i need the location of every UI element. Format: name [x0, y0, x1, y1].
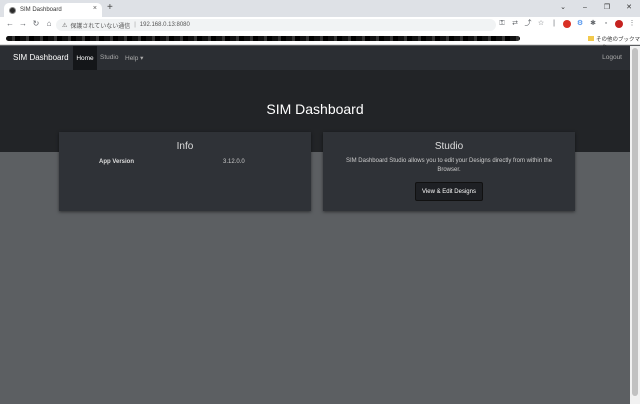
share-icon[interactable]: ⤴ [524, 20, 532, 28]
back-arrow-icon[interactable]: ← [4, 19, 16, 28]
home-icon[interactable]: ⌂ [43, 19, 55, 28]
window-controls: ⌄ – ❐ ✕ [552, 0, 640, 14]
browser-toolbar: ← → ↻ ⌂ ⚠ 保護されていない通信 | 192.168.0.13:8080… [0, 17, 640, 33]
toolbar-icons: ⚿ ⇄ ⤴ ☆ | ⚙ ✱ ▫ ⋮ [498, 20, 636, 28]
bookmark-star-icon[interactable]: ☆ [537, 20, 545, 28]
extensions-puzzle-icon[interactable]: ✱ [589, 20, 597, 28]
key-icon[interactable]: ⚿ [498, 20, 506, 28]
address-separator: | [134, 22, 136, 28]
new-tab-button[interactable]: + [107, 3, 113, 13]
address-bar[interactable]: ⚠ 保護されていない通信 | 192.168.0.13:8080 [56, 19, 496, 31]
navbar-brand[interactable]: SIM Dashboard [13, 53, 69, 62]
browser-menu-icon[interactable]: ⋮ [628, 20, 636, 28]
page-scrollbar[interactable] [630, 46, 640, 404]
studio-card-title: Studio [434, 141, 464, 152]
bookmarks-bar: その他のブックマーク [0, 33, 640, 51]
app-navbar: SIM Dashboard Home Studio Help ▾ Logout [0, 46, 640, 70]
browser-tab[interactable]: SIM Dashboard × [4, 3, 102, 17]
not-secure-warning-icon[interactable]: ⚠ [62, 22, 67, 29]
info-card-title: Info [176, 141, 194, 152]
url-text[interactable]: 192.168.0.13:8080 [140, 22, 190, 28]
nav-studio[interactable]: Studio [100, 54, 118, 61]
redacted-bookmarks [6, 36, 520, 41]
extension-red-icon[interactable] [563, 20, 571, 28]
close-window-button[interactable]: ✕ [618, 0, 640, 14]
extension-blue-icon[interactable]: ⚙ [576, 20, 584, 28]
maximize-button[interactable]: ❐ [596, 0, 618, 14]
nav-home[interactable]: Home [73, 46, 97, 70]
translate-icon[interactable]: ⇄ [511, 20, 519, 28]
app-version-value: 3.12.0.0 [223, 159, 245, 165]
security-status-text[interactable]: 保護されていない通信 [70, 21, 130, 30]
scrollbar-thumb[interactable] [632, 48, 638, 396]
folder-icon [588, 36, 594, 41]
browser-tab-bar: SIM Dashboard × + ⌄ – ❐ ✕ [0, 0, 640, 17]
tab-search-icon[interactable]: ⌄ [552, 0, 574, 14]
forward-arrow-icon[interactable]: → [17, 19, 29, 28]
studio-card: Studio SIM Dashboard Studio allows you t… [323, 132, 575, 211]
app-version-label: App Version [99, 159, 135, 165]
tab-close-icon[interactable]: × [93, 5, 97, 12]
site-favicon-icon [9, 6, 16, 14]
nav-help-dropdown[interactable]: Help ▾ [125, 54, 143, 62]
minimize-button[interactable]: – [574, 0, 596, 14]
nav-logout[interactable]: Logout [602, 54, 622, 61]
view-edit-designs-button[interactable]: View & Edit Designs [415, 182, 483, 201]
page-title: SIM Dashboard [266, 101, 364, 117]
reload-icon[interactable]: ↻ [30, 19, 42, 28]
side-panel-icon[interactable]: ▫ [602, 20, 610, 28]
studio-card-description: SIM Dashboard Studio allows you to edit … [345, 158, 553, 173]
info-card: Info App Version 3.12.0.0 [59, 132, 311, 211]
divider: | [553, 20, 555, 27]
tab-title: SIM Dashboard [20, 7, 62, 13]
profile-avatar-icon[interactable] [615, 20, 623, 28]
